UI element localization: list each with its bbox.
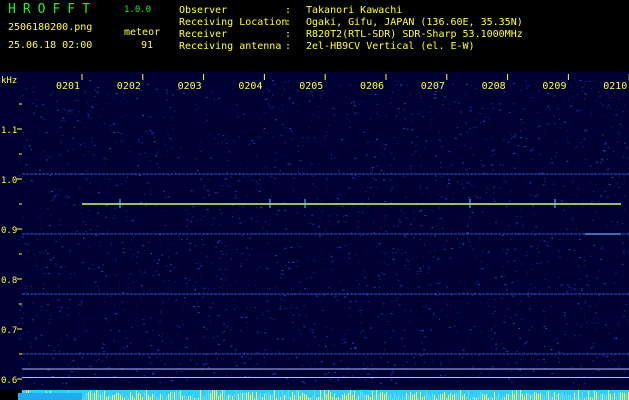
antenna-value: 2el-HB9CV Vertical (el. E-W) <box>306 41 475 52</box>
separator: : <box>285 29 292 40</box>
y-tick-label: 0.8 <box>1 276 17 286</box>
time-tick-label: 0205 <box>299 81 323 92</box>
time-tick-label: 0203 <box>178 81 202 92</box>
y-tick-label: 0.9 <box>1 226 17 236</box>
y-tick-label: 1.1 <box>1 126 17 136</box>
spectrogram-svg: 1.1 1.0 0.9 0.8 0.7 0.6 kHz 0201 0202 0203 0204 020… <box>0 72 629 400</box>
spectrogram-plot: 1.1 1.0 0.9 0.8 0.7 0.6 kHz 0201 0202 0203 0204 020… <box>0 72 629 400</box>
separator: : <box>285 17 292 28</box>
time-tick-label: 0206 <box>360 81 384 92</box>
time-tick-label: 0202 <box>117 81 141 92</box>
time-tick-label: 0201 <box>56 81 80 92</box>
time-tick-label: 0209 <box>542 81 566 92</box>
meteor-label: meteor <box>124 27 161 38</box>
time-tick-label: 0204 <box>238 81 262 92</box>
time-tick-label: 0210 <box>603 81 627 92</box>
app-version: 1.0.0 <box>124 5 152 15</box>
time-tick-label: 0207 <box>421 81 445 92</box>
location-label: Receiving Location <box>179 17 288 28</box>
bottom-noise-bar <box>22 390 629 400</box>
date-time: 25.06.18 02:00 <box>8 40 93 51</box>
location-value: Ogaki, Gifu, JAPAN (136.60E, 35.35N) <box>306 17 523 28</box>
y-tick-label: 0.6 <box>1 376 17 386</box>
separator: : <box>285 41 292 52</box>
y-tick-label: 0.7 <box>1 326 17 336</box>
time-tick-label: 0208 <box>482 81 506 92</box>
y-tick-label: 1.0 <box>1 176 17 186</box>
meteor-count: 91 <box>141 40 154 51</box>
observer-value: Takanori Kawachi <box>306 5 403 16</box>
receiver-label: Receiver <box>179 29 228 40</box>
file-name: 2506180200.png <box>8 22 93 33</box>
app-logo: HROFFT <box>8 2 97 17</box>
receiver-value: R820T2(RTL-SDR) SDR-Sharp 53.1000MHz <box>306 29 523 40</box>
observer-label: Observer <box>179 5 228 16</box>
bottom-left-bar <box>18 393 82 400</box>
y-unit-label: kHz <box>1 76 17 86</box>
antenna-label: Receiving antenna <box>179 41 282 52</box>
separator: : <box>285 5 292 16</box>
header-panel: HROFFT 1.0.0 2506180200.png 25.06.18 02:… <box>0 0 629 72</box>
